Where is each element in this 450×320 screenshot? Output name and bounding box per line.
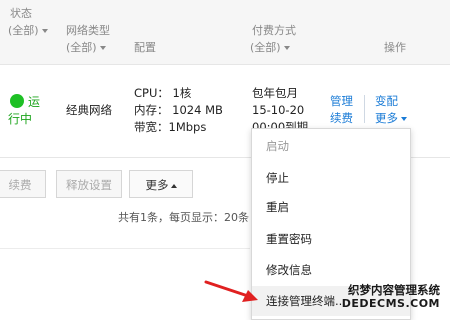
chevron-down-icon (401, 116, 407, 121)
chevron-down-icon (283, 46, 290, 50)
header-actions: 操作 (384, 41, 406, 54)
footer-divider (0, 248, 250, 249)
header-network-type: 网络类型 (66, 23, 110, 39)
header-billing: 付费方式 (252, 24, 296, 37)
header-billing-filter-label: (全部) (250, 41, 281, 54)
header-status-filter[interactable]: (全部) (8, 23, 48, 39)
manage-link[interactable]: 管理 (330, 93, 353, 109)
header-network-filter[interactable]: (全部) (66, 40, 106, 56)
renew-link[interactable]: 续费 (330, 110, 353, 126)
billing-type: 包年包月 (252, 86, 298, 100)
red-arrow-icon (204, 280, 258, 302)
network-type-cell: 经典网络 (66, 103, 112, 117)
watermark-url: DEDECMS.COM (341, 297, 440, 310)
more-button[interactable]: 更多 (129, 170, 193, 198)
watermark-title: 织梦内容管理系统 (348, 283, 440, 297)
pagination-summary: 共有1条，每页显示：20条 (118, 211, 249, 224)
chevron-down-icon (41, 29, 48, 33)
menu-item-reset-password[interactable]: 重置密码 (252, 224, 410, 254)
status-text-2: 行中 (8, 112, 33, 126)
renew-button[interactable]: 续费 (0, 170, 46, 198)
header-network-type-label: 网络类型 (66, 24, 110, 37)
header-config: 配置 (134, 41, 156, 54)
config-bandwidth: 带宽：1Mbps (134, 120, 207, 134)
more-button-label: 更多 (145, 178, 169, 192)
menu-item-modify-info[interactable]: 修改信息 (252, 255, 410, 285)
chevron-down-icon (99, 46, 106, 50)
status-text-1: 运 (28, 95, 41, 109)
chevron-up-icon (170, 183, 177, 188)
more-actions-label: 更多 (375, 111, 398, 125)
status-running-icon (10, 94, 24, 108)
menu-item-start[interactable]: 启动 (252, 131, 410, 161)
header-status: 状态 (10, 7, 32, 20)
config-memory: 内存： 1024 MB (134, 103, 223, 117)
header-network-filter-label: (全部) (66, 41, 97, 54)
more-actions-link[interactable]: 更多 (375, 110, 407, 126)
menu-item-restart[interactable]: 重启 (252, 192, 410, 222)
release-settings-button[interactable]: 释放设置 (56, 170, 122, 198)
config-cpu: CPU： 1核 (134, 86, 192, 100)
menu-item-stop[interactable]: 停止 (252, 163, 410, 193)
change-config-link[interactable]: 变配 (375, 93, 398, 109)
action-divider (364, 95, 365, 123)
header-status-filter-label: (全部) (8, 24, 39, 37)
header-billing-filter[interactable]: (全部) (250, 40, 290, 56)
billing-date: 15-10-20 (252, 103, 305, 117)
